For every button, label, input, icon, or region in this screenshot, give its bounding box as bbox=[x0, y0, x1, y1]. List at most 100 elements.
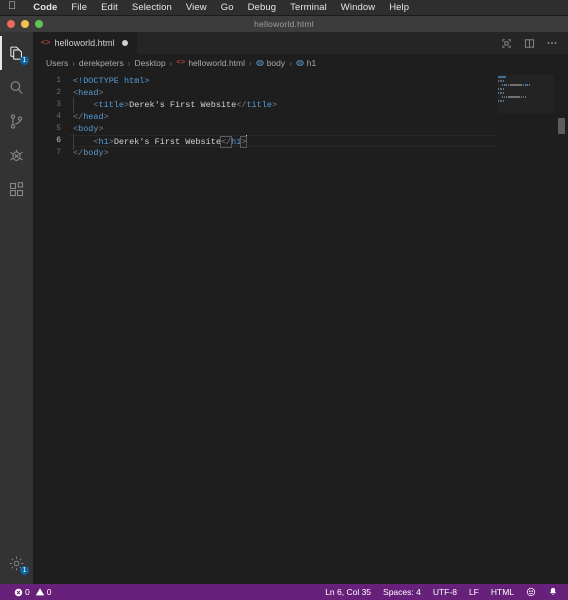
menu-go[interactable]: Go bbox=[214, 0, 241, 16]
menu-selection[interactable]: Selection bbox=[125, 0, 179, 16]
symbol-field-icon bbox=[256, 59, 264, 67]
breadcrumb-label: body bbox=[266, 58, 286, 68]
menu-file[interactable]: File bbox=[64, 0, 94, 16]
breadcrumb-label: Users bbox=[46, 58, 69, 68]
eol-setting[interactable]: LF bbox=[463, 584, 485, 600]
code-token: title bbox=[98, 100, 125, 110]
activity-bar-item-search[interactable] bbox=[0, 70, 33, 104]
scrollbar-thumb[interactable] bbox=[558, 118, 565, 134]
code-line[interactable]: 1 <!DOCTYPE html> bbox=[33, 75, 568, 87]
code-token: > bbox=[271, 100, 278, 110]
minimap[interactable] bbox=[498, 75, 554, 584]
code-text: <!DOCTYPE html> bbox=[61, 75, 150, 87]
code-token: </ bbox=[73, 148, 84, 158]
activity-bar-item-source-control[interactable] bbox=[0, 104, 33, 138]
ellipsis-icon[interactable] bbox=[545, 36, 559, 50]
open-preview-icon[interactable] bbox=[499, 36, 513, 50]
window-title-bar: helloworld.html bbox=[0, 16, 568, 32]
code-line[interactable]: 3 <title>Derek's First Website</title> bbox=[33, 97, 568, 113]
code-line[interactable]: 7 </body> bbox=[33, 147, 568, 159]
search-icon bbox=[8, 79, 25, 96]
line-number: 5 bbox=[56, 124, 61, 133]
line-number: 1 bbox=[56, 76, 61, 85]
code-token: Derek's First Website bbox=[113, 136, 221, 147]
tab-dirty-indicator[interactable] bbox=[121, 40, 128, 46]
apple-logo-icon[interactable]:  bbox=[8, 1, 16, 12]
menu-debug[interactable]: Debug bbox=[241, 0, 284, 16]
extensions-icon bbox=[8, 181, 25, 198]
code-line[interactable]: 6 <h1>Derek's First Website</h1> bbox=[33, 133, 568, 150]
activity-bar-item-explorer[interactable]: 1 bbox=[0, 36, 33, 70]
line-number: 3 bbox=[56, 100, 61, 109]
code-text: </head> bbox=[61, 111, 109, 123]
line-number: 2 bbox=[56, 88, 61, 97]
breadcrumb-item-body[interactable]: body bbox=[256, 58, 285, 68]
menu-edit[interactable]: Edit bbox=[94, 0, 125, 16]
manage-badge: 1 bbox=[20, 566, 29, 575]
menu-terminal[interactable]: Terminal bbox=[283, 0, 334, 16]
breadcrumb-item-users[interactable]: Users bbox=[46, 58, 68, 68]
activity-bar-item-run-and-debug[interactable] bbox=[0, 138, 33, 172]
code-token: </ bbox=[73, 112, 84, 122]
breadcrumb-item-desktop[interactable]: Desktop bbox=[134, 58, 165, 68]
activity-bar-item-manage[interactable]: 1 bbox=[0, 546, 33, 580]
editor-scrollbar[interactable] bbox=[554, 72, 568, 584]
symbol-field-icon bbox=[296, 59, 304, 67]
line-number: 6 bbox=[56, 136, 61, 145]
indentation-setting[interactable]: Spaces: 4 bbox=[377, 584, 427, 600]
code-text: <h1>Derek's First Website</h1> bbox=[61, 133, 248, 150]
editor-group: <> helloworld.html Users › derekpeters ›… bbox=[33, 32, 568, 584]
code-token: body bbox=[78, 124, 99, 134]
encoding-setting[interactable]: UTF-8 bbox=[427, 584, 463, 600]
language-mode[interactable]: HTML bbox=[485, 584, 520, 600]
line-number: 7 bbox=[56, 148, 61, 157]
breadcrumb-item-derekpeters[interactable]: derekpeters bbox=[79, 58, 124, 68]
minimap-slider[interactable] bbox=[498, 75, 554, 113]
error-icon bbox=[14, 588, 23, 597]
activity-bar-item-extensions[interactable] bbox=[0, 172, 33, 206]
bell-icon[interactable] bbox=[542, 587, 564, 597]
error-count: 0 bbox=[25, 587, 30, 597]
cursor-position[interactable]: Ln 6, Col 35 bbox=[319, 584, 377, 600]
line-number: 4 bbox=[56, 112, 61, 121]
warning-count: 0 bbox=[46, 587, 52, 597]
code-editor[interactable]: 1 <!DOCTYPE html> 2 <head> 3 <title>Derek's … bbox=[33, 72, 568, 584]
status-bar-right: Ln 6, Col 35 Spaces: 4 UTF-8 LF HTML bbox=[319, 584, 564, 600]
breadcrumb-separator: › bbox=[127, 58, 131, 68]
breadcrumb-separator: › bbox=[289, 58, 292, 68]
code-token: head bbox=[83, 112, 104, 122]
split-editor-icon[interactable] bbox=[522, 36, 536, 50]
code-line[interactable]: 5 <body> bbox=[33, 123, 568, 135]
menu-code[interactable]: Code bbox=[26, 0, 64, 16]
code-token: head bbox=[78, 88, 99, 98]
smiley-icon[interactable] bbox=[520, 587, 542, 597]
problems-status[interactable]: 0 0 bbox=[8, 584, 57, 600]
html-tag-icon: <> bbox=[176, 59, 186, 67]
breadcrumb: Users › derekpeters › Desktop › <> hello… bbox=[33, 54, 568, 72]
code-lines[interactable]: 1 <!DOCTYPE html> 2 <head> 3 <title>Derek's … bbox=[33, 75, 568, 584]
code-line[interactable]: 4 </head> bbox=[33, 111, 568, 123]
code-text: <head> bbox=[61, 87, 104, 99]
breadcrumb-label: h1 bbox=[306, 58, 317, 68]
code-token: </ bbox=[219, 135, 233, 148]
code-token: > bbox=[98, 124, 104, 134]
macos-menu-bar:  Code File Edit Selection View Go Debug… bbox=[0, 0, 568, 16]
code-token: title bbox=[246, 100, 272, 110]
code-token: > bbox=[98, 88, 104, 98]
code-token: > bbox=[103, 148, 109, 158]
tab-label: helloworld.html bbox=[54, 38, 115, 48]
breadcrumb-separator: › bbox=[249, 58, 252, 68]
window-title: helloworld.html bbox=[254, 19, 314, 29]
breadcrumb-item-helloworld-html[interactable]: <> helloworld.html bbox=[176, 58, 245, 68]
code-line[interactable]: 2 <head> bbox=[33, 87, 568, 99]
menu-window[interactable]: Window bbox=[334, 0, 382, 16]
tab-helloworld-html[interactable]: <> helloworld.html bbox=[33, 32, 138, 54]
code-token: h1 bbox=[231, 136, 242, 147]
menu-view[interactable]: View bbox=[179, 0, 214, 16]
breadcrumb-item-h1[interactable]: h1 bbox=[296, 58, 316, 68]
explorer-badge: 1 bbox=[20, 56, 29, 65]
code-token: Derek's First Website bbox=[129, 100, 237, 110]
menu-help[interactable]: Help bbox=[382, 0, 416, 16]
activity-bar: 1 1 bbox=[0, 32, 33, 584]
text-cursor bbox=[245, 134, 247, 145]
